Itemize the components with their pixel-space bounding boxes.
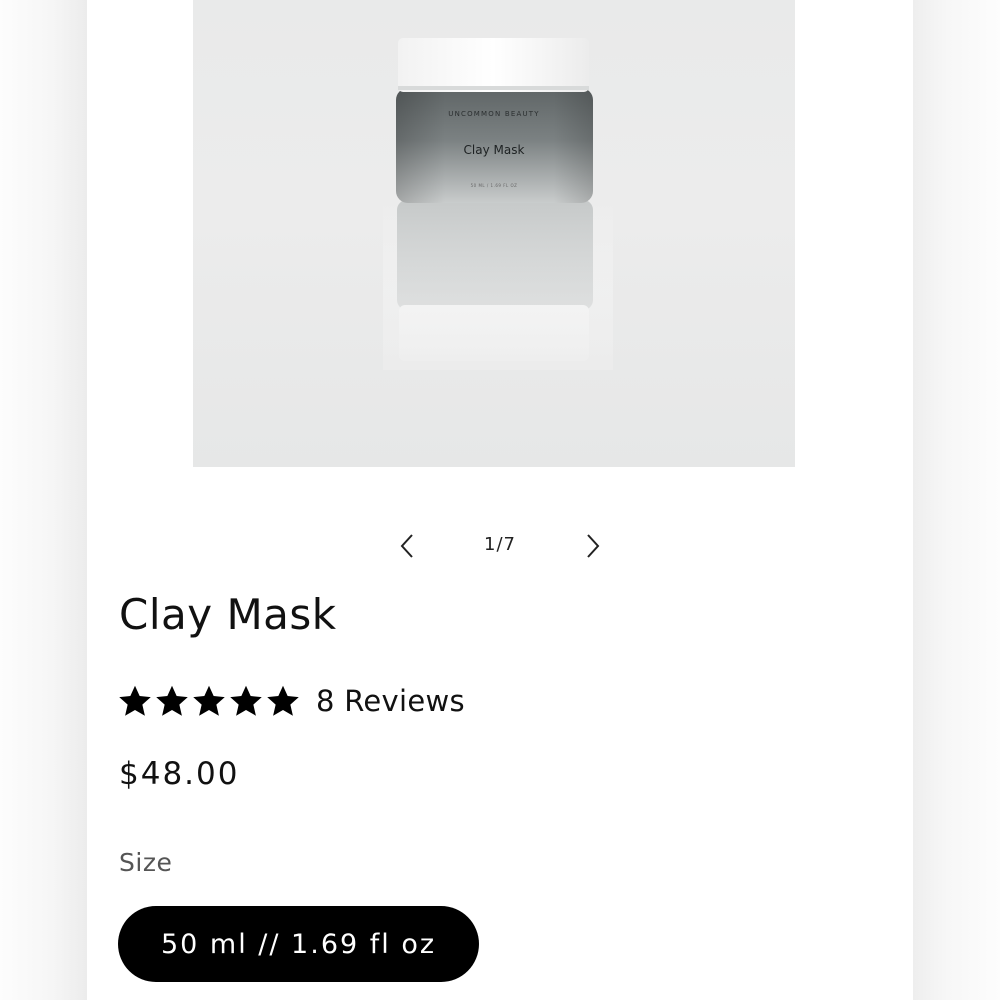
size-label: Size (119, 848, 173, 877)
jar-size-text: 50 ML / 1.69 FL OZ (471, 183, 518, 188)
star-rating (117, 683, 302, 719)
image-carousel-controls: 1/7 (87, 528, 913, 564)
rating-row: 8 Reviews (117, 681, 465, 721)
product-page: UNCOMMON BEAUTY Clay Mask 50 ML / 1.69 F… (87, 0, 913, 1000)
chevron-left-icon (400, 534, 413, 558)
right-margin (913, 0, 1000, 1000)
star-icon (119, 685, 151, 716)
jar-product-name: Clay Mask (464, 143, 525, 157)
star-icon (156, 685, 188, 716)
left-margin (0, 0, 87, 1000)
product-title: Clay Mask (119, 590, 337, 639)
star-icon (230, 685, 262, 716)
clay-mask-jar-illustration: UNCOMMON BEAUTY Clay Mask 50 ML / 1.69 F… (383, 38, 613, 370)
reviews-link[interactable]: 8 Reviews (316, 684, 465, 718)
star-icon (193, 685, 225, 716)
size-option-label: 50 ml // 1.69 fl oz (160, 928, 437, 960)
image-counter: 1/7 (484, 534, 516, 555)
product-price: $48.00 (119, 756, 240, 792)
next-image-button[interactable] (575, 528, 611, 564)
chevron-right-icon (587, 534, 600, 558)
previous-image-button[interactable] (389, 528, 425, 564)
jar-brand-text: UNCOMMON BEAUTY (448, 110, 540, 118)
star-icon (267, 685, 299, 716)
size-option-button[interactable]: 50 ml // 1.69 fl oz (118, 906, 479, 982)
product-image: UNCOMMON BEAUTY Clay Mask 50 ML / 1.69 F… (193, 0, 795, 467)
